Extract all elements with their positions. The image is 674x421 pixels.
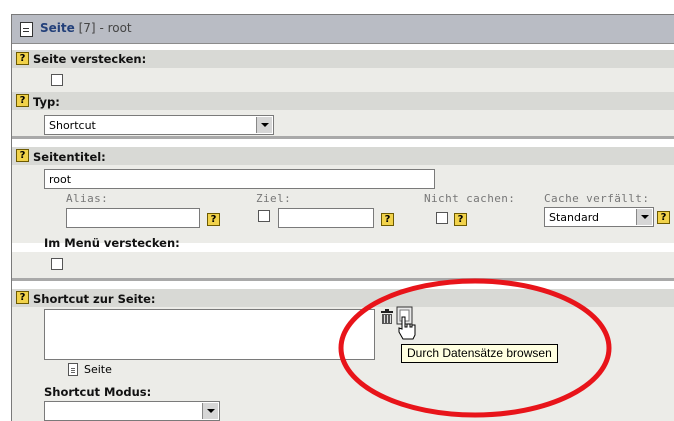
annotation-ellipse bbox=[338, 278, 612, 418]
shortcut-record-list[interactable] bbox=[44, 309, 375, 360]
page-title-input[interactable]: root bbox=[44, 169, 435, 189]
help-icon[interactable]: ? bbox=[16, 52, 29, 65]
no-cache-checkbox[interactable] bbox=[436, 212, 448, 224]
help-icon[interactable]: ? bbox=[657, 211, 670, 224]
target-input[interactable] bbox=[278, 208, 374, 228]
record-id: [7] bbox=[78, 21, 96, 35]
alias-label: Alias: bbox=[66, 192, 109, 205]
cache-expires-label: Cache verfällt: bbox=[544, 192, 650, 205]
page-title-label: Seitentitel: bbox=[33, 150, 106, 164]
help-icon[interactable]: ? bbox=[16, 149, 29, 162]
page-form-panel: Seite [7] - root ? Seite verstecken: ? T… bbox=[0, 0, 674, 421]
document-icon[interactable] bbox=[68, 363, 78, 376]
alias-input[interactable] bbox=[66, 208, 200, 228]
shortcut-mode-label: Shortcut Modus: bbox=[44, 385, 152, 399]
page-title-header bbox=[12, 147, 674, 165]
page-link-label[interactable]: Seite bbox=[84, 363, 112, 376]
page-icon bbox=[20, 22, 33, 37]
hide-page-body bbox=[12, 68, 674, 92]
cache-expires-select[interactable]: Standard bbox=[544, 207, 654, 227]
target-checkbox[interactable] bbox=[258, 210, 270, 222]
record-name: - root bbox=[99, 21, 132, 35]
hide-in-menu-label: Im Menü verstecken: bbox=[44, 236, 180, 250]
shortcut-mode-select[interactable] bbox=[44, 401, 220, 421]
hide-in-menu-body bbox=[12, 252, 674, 278]
help-icon[interactable]: ? bbox=[16, 291, 29, 304]
help-icon[interactable]: ? bbox=[454, 213, 467, 226]
help-icon[interactable]: ? bbox=[16, 94, 29, 107]
record-header: Seite [7] - root bbox=[12, 15, 674, 44]
type-select-value: Shortcut bbox=[49, 119, 96, 132]
type-select[interactable]: Shortcut bbox=[44, 115, 274, 135]
type-label: Typ: bbox=[33, 95, 60, 109]
hide-in-menu-checkbox[interactable] bbox=[51, 258, 63, 270]
shortcut-label: Shortcut zur Seite: bbox=[33, 292, 156, 306]
record-type-label: Seite bbox=[40, 21, 75, 35]
record-title: Seite [7] - root bbox=[40, 21, 132, 35]
help-icon[interactable]: ? bbox=[207, 213, 220, 226]
target-label: Ziel: bbox=[256, 192, 292, 205]
section-divider bbox=[12, 136, 674, 139]
chevron-down-icon[interactable] bbox=[636, 209, 652, 225]
chevron-down-icon[interactable] bbox=[256, 117, 272, 133]
hide-page-label: Seite verstecken: bbox=[33, 52, 147, 66]
cache-expires-value: Standard bbox=[549, 211, 600, 224]
hide-page-checkbox[interactable] bbox=[51, 74, 63, 86]
chevron-down-icon[interactable] bbox=[202, 403, 218, 419]
type-header bbox=[12, 92, 674, 110]
help-icon[interactable]: ? bbox=[381, 213, 394, 226]
no-cache-label: Nicht cachen: bbox=[424, 192, 516, 205]
